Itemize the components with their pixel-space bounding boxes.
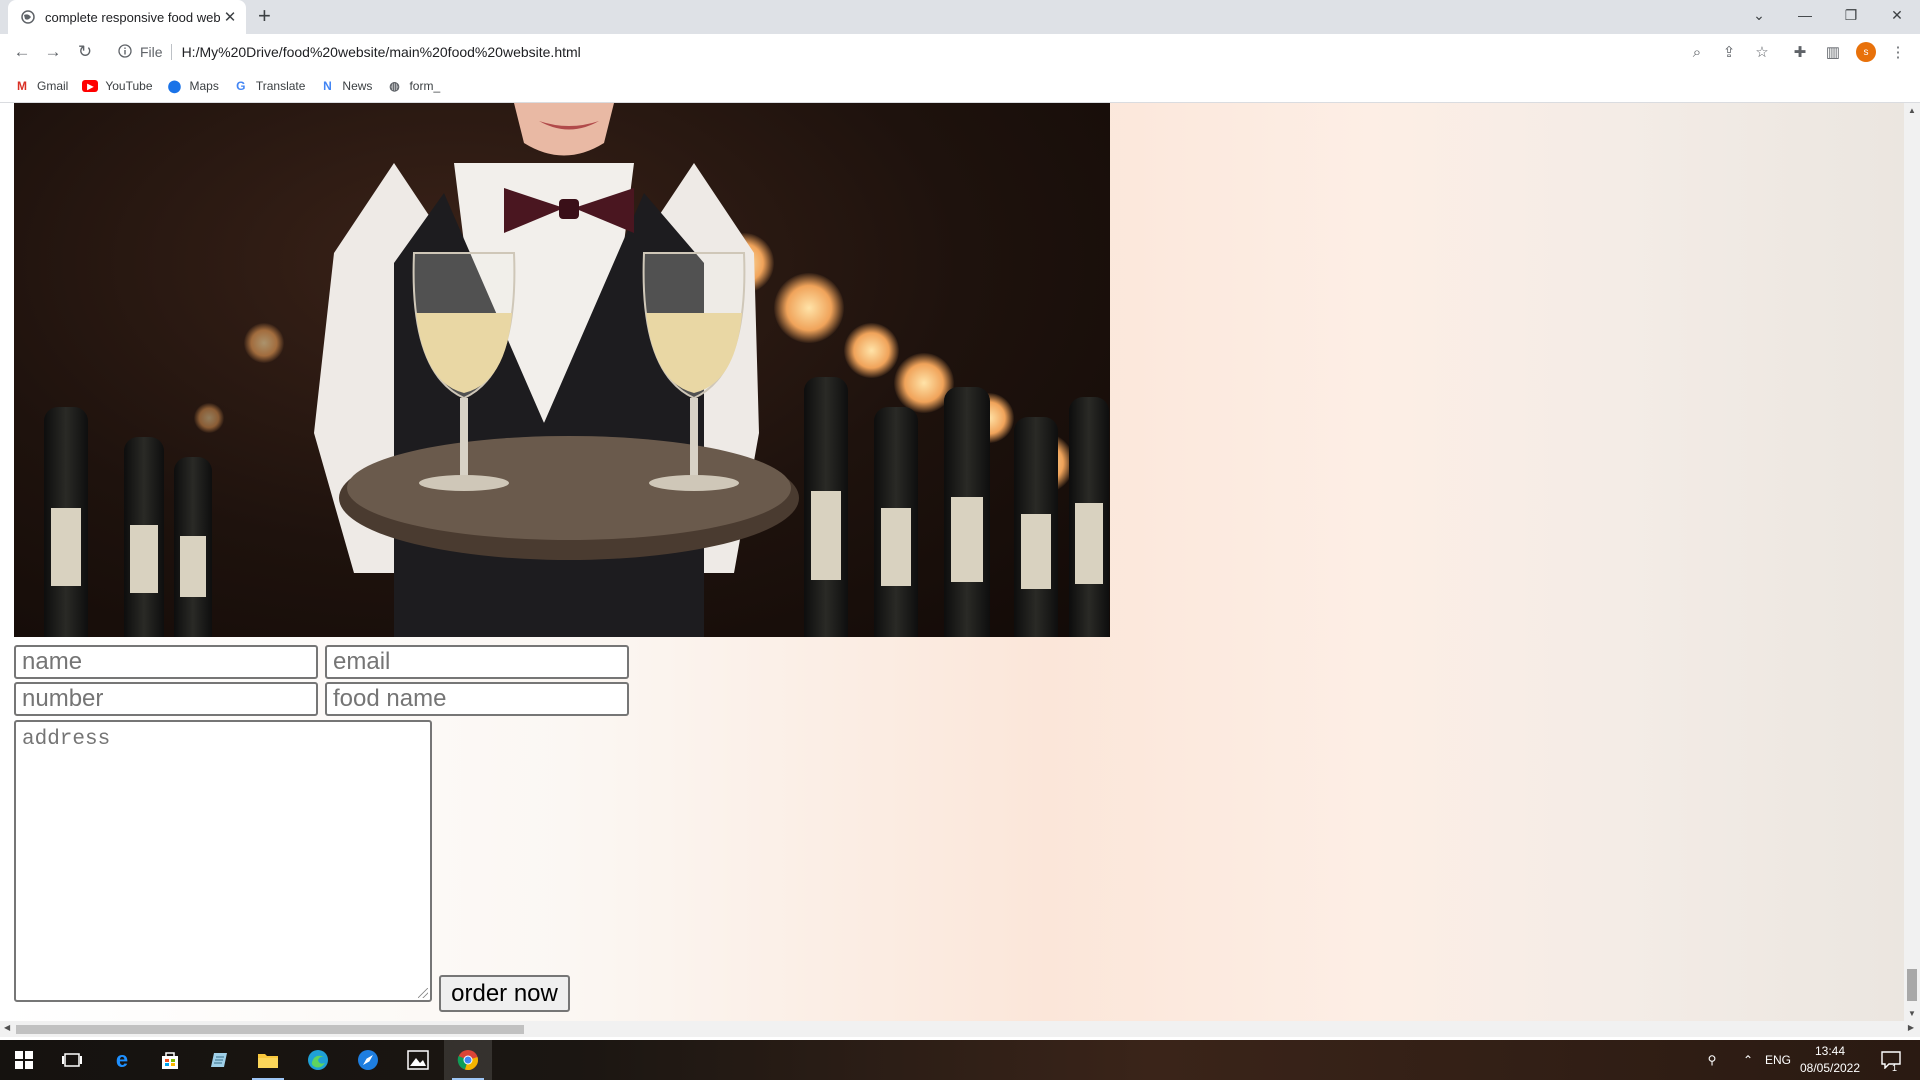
photos-icon[interactable]: [394, 1040, 442, 1080]
address-url[interactable]: H:/My%20Drive/food%20website/main%20food…: [182, 44, 581, 60]
name-input[interactable]: name: [14, 645, 318, 679]
bookmark-label: Maps: [189, 79, 219, 93]
edge-icon[interactable]: [294, 1040, 342, 1080]
youtube-icon: ▶: [82, 80, 99, 92]
horizontal-scrollbar[interactable]: ◀ ▶: [0, 1021, 1920, 1037]
bookmark-translate[interactable]: G Translate: [233, 78, 306, 94]
bookmarks-bar: M Gmail ▶ YouTube ⬤ Maps G Translate N News ◍ form_: [0, 70, 1920, 103]
close-window-button[interactable]: ✕: [1874, 0, 1920, 30]
side-panel-icon[interactable]: ▥: [1823, 42, 1843, 62]
tab-search-icon[interactable]: ⌄: [1736, 0, 1782, 30]
menu-icon[interactable]: ⋮: [1888, 42, 1908, 62]
file-explorer-icon[interactable]: [244, 1040, 292, 1080]
globe-icon: [21, 10, 35, 24]
bookmark-label: form_: [409, 79, 441, 93]
waitress-illustration: [314, 103, 799, 637]
windows-start-icon[interactable]: [0, 1040, 48, 1080]
bookmark-form[interactable]: ◍ form_: [386, 78, 440, 94]
share-icon[interactable]: ⇪: [1719, 42, 1739, 62]
chrome-icon[interactable]: [444, 1040, 492, 1080]
browser-toolbar: ← → ↻ File H:/My%20Drive/food%20website/…: [0, 34, 1920, 70]
food-name-input[interactable]: food name: [325, 682, 629, 716]
bookmark-youtube[interactable]: ▶ YouTube: [82, 79, 153, 93]
restore-button[interactable]: ❐: [1828, 0, 1874, 30]
windows-taskbar: e ⚲ ⌃ ENG 13:44 08/05/2022 1: [0, 1040, 1920, 1080]
address-scheme-label: File: [140, 44, 172, 60]
tab-title: complete responsive food websi: [45, 9, 220, 25]
clock-date: 08/05/2022: [1799, 1061, 1861, 1075]
bookmark-gmail[interactable]: M Gmail: [14, 78, 68, 94]
action-center-icon[interactable]: 1: [1876, 1040, 1906, 1080]
language-indicator[interactable]: ENG: [1763, 1040, 1793, 1080]
bookmark-label: YouTube: [105, 79, 153, 93]
reload-icon[interactable]: ↻: [73, 40, 97, 64]
zoom-icon[interactable]: ⌕: [1687, 42, 1707, 62]
info-icon[interactable]: [118, 43, 134, 61]
horizontal-scroll-thumb[interactable]: [16, 1025, 524, 1034]
task-view-icon[interactable]: [48, 1040, 96, 1080]
close-tab-icon[interactable]: ✕: [220, 8, 240, 26]
bookmark-maps[interactable]: ⬤ Maps: [167, 78, 219, 94]
clock-time: 13:44: [1814, 1044, 1846, 1058]
globe-icon: ◍: [389, 79, 400, 93]
gmail-icon: M: [17, 79, 27, 93]
maps-icon: ⬤: [167, 79, 182, 93]
active-tab[interactable]: complete responsive food websi ✕: [8, 0, 246, 34]
new-tab-button[interactable]: +: [258, 5, 271, 27]
people-icon[interactable]: ⚲: [1700, 1040, 1724, 1080]
vertical-scrollbar[interactable]: ▲ ▼: [1904, 103, 1920, 1021]
hero-image-waitress-with-wine: [14, 103, 1110, 637]
system-clock[interactable]: 13:44 08/05/2022: [1795, 1043, 1865, 1077]
store-icon[interactable]: [146, 1040, 194, 1080]
extensions-icon[interactable]: ✚: [1790, 42, 1810, 62]
notification-count: 1: [1892, 1063, 1898, 1073]
safari-compass-icon[interactable]: [344, 1040, 392, 1080]
news-icon: N: [323, 79, 332, 93]
bookmark-label: Translate: [255, 79, 306, 93]
scroll-right-icon[interactable]: ▶: [1908, 1023, 1914, 1032]
address-textarea[interactable]: address: [14, 720, 432, 1002]
scroll-up-icon[interactable]: ▲: [1904, 106, 1920, 115]
order-now-button[interactable]: order now: [439, 975, 570, 1012]
tray-expand-icon[interactable]: ⌃: [1738, 1040, 1758, 1080]
vertical-scroll-thumb[interactable]: [1907, 969, 1917, 1001]
translate-icon: G: [236, 79, 246, 93]
address-bar[interactable]: File H:/My%20Drive/food%20website/main%2…: [110, 37, 1782, 67]
address-placeholder: address: [22, 728, 111, 751]
bookmark-label: News: [342, 79, 373, 93]
scroll-left-icon[interactable]: ◀: [4, 1023, 10, 1032]
notepad-icon[interactable]: [196, 1040, 244, 1080]
number-input[interactable]: number: [14, 682, 318, 716]
bookmark-star-icon[interactable]: ☆: [1752, 42, 1772, 62]
bookmark-news[interactable]: N News: [319, 78, 372, 94]
scroll-down-icon[interactable]: ▼: [1904, 1009, 1920, 1018]
tab-strip: complete responsive food websi ✕ + ⌄ — ❐…: [0, 0, 1920, 34]
internet-explorer-icon[interactable]: e: [98, 1040, 146, 1080]
forward-icon[interactable]: →: [41, 40, 65, 64]
profile-avatar[interactable]: s: [1856, 42, 1876, 62]
email-input[interactable]: email: [325, 645, 629, 679]
minimize-button[interactable]: —: [1782, 0, 1828, 30]
resize-handle-icon[interactable]: [418, 988, 428, 998]
page-viewport: name email number food name address orde…: [0, 103, 1904, 1021]
bookmark-label: Gmail: [37, 79, 69, 93]
back-icon[interactable]: ←: [10, 40, 34, 64]
